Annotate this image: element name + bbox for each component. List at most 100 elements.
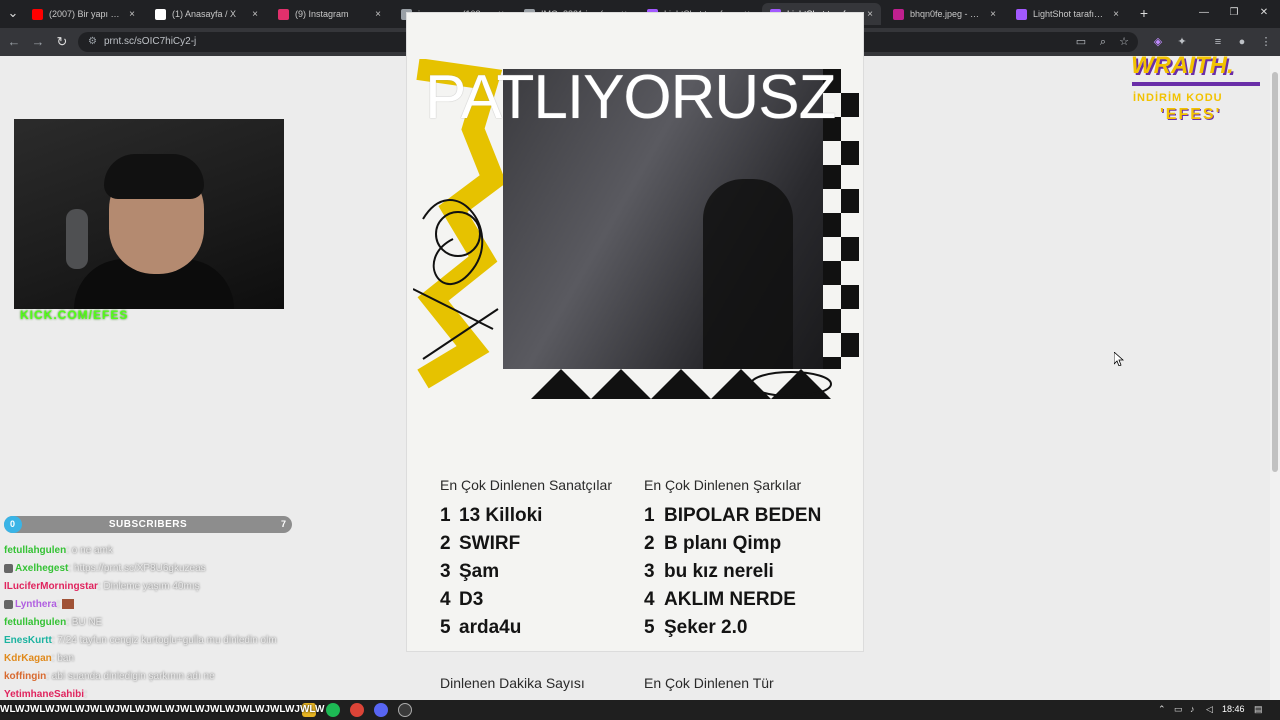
notification-icon[interactable]: ▤ — [1254, 704, 1263, 715]
tab-title: LightShot tarafından — [1033, 9, 1108, 19]
song-name: bu kız nereli — [664, 561, 774, 582]
scrollbar[interactable] — [1270, 56, 1280, 700]
genre-header: En Çok Dinlenen Tür — [644, 675, 774, 691]
url-text[interactable]: prnt.sc/sOIC7hiCy2-j — [104, 36, 196, 47]
tab-close-icon[interactable]: × — [375, 9, 381, 20]
chat-text: : 7/24 tayfun cengiz kurtoglu+gulla mu d… — [51, 634, 277, 646]
chat-text: : BU NE — [66, 616, 103, 628]
profile-avatar-icon[interactable]: ● — [1234, 34, 1250, 50]
media-control-icon[interactable]: ≡ — [1210, 34, 1226, 50]
chat-text: : abi suanda dinledigin şarkının adı ne — [46, 670, 215, 682]
song-rank: 3 — [644, 561, 655, 582]
forward-icon[interactable]: → — [30, 34, 46, 50]
browser-tab[interactable]: LightShot tarafından × — [1008, 3, 1127, 25]
restore-button[interactable]: ❐ — [1226, 5, 1242, 21]
subscriber-goal-bar: 0 SUBSCRIBERS 7 — [4, 516, 292, 533]
chat-username[interactable]: YetimhaneSahibi — [4, 689, 84, 700]
artists-header: En Çok Dinlenen Sanatçılar — [440, 477, 612, 493]
chat-username[interactable]: fetullahgulen — [4, 545, 66, 556]
extension-icon[interactable]: ◈ — [1150, 34, 1166, 50]
discord-icon[interactable] — [374, 703, 388, 717]
artist-rank: 4 — [440, 589, 451, 610]
artist-name: Şam — [459, 561, 500, 582]
webcam-feed — [14, 119, 284, 309]
stream-chat: fetullahgulen: o ne amk Axelhegest: https… — [4, 541, 304, 703]
taskbar-clock[interactable]: 18:46 — [1222, 704, 1245, 714]
spotify-icon[interactable] — [326, 703, 340, 717]
microphone-tray-icon[interactable]: ♪ — [1190, 704, 1195, 714]
tab-title: bhqn0fe.jpeg - Hızlı — [910, 9, 985, 19]
streamer-hair — [104, 154, 204, 199]
tab-title: (2007) Bir yapı var | A — [49, 9, 124, 19]
artist-name: SWIRF — [459, 533, 521, 554]
chat-message: ILuciferMorningstar: Dinleme yaşım 40mış — [4, 577, 304, 595]
chat-message: KdrKagan: ban — [4, 649, 304, 667]
back-icon[interactable]: ← — [6, 34, 22, 50]
song-rank: 2 — [644, 533, 655, 554]
artist-rank: 3 — [440, 561, 451, 582]
extensions-puzzle-icon[interactable]: ✦ — [1174, 34, 1190, 50]
song-name: Şeker 2.0 — [664, 617, 748, 638]
install-app-icon[interactable]: ▭ — [1073, 34, 1089, 50]
bookmark-star-icon[interactable]: ☆ — [1116, 34, 1132, 50]
tab-close-icon[interactable]: × — [129, 9, 135, 20]
songs-header: En Çok Dinlenen Şarkılar — [644, 477, 802, 493]
chat-username[interactable]: fetullahgulen — [4, 617, 66, 628]
chat-message: koffingin: abi suanda dinledigin şarkını… — [4, 667, 304, 685]
chat-username[interactable]: koffingin — [4, 671, 46, 682]
scrollbar-thumb[interactable] — [1272, 72, 1278, 472]
tab-close-icon[interactable]: × — [867, 9, 873, 20]
tab-search-chevron-icon[interactable]: ⌄ — [5, 5, 21, 21]
song-rank: 4 — [644, 589, 655, 610]
artist-rank: 1 — [440, 505, 451, 526]
tab-close-icon[interactable]: × — [1113, 9, 1119, 20]
microphone — [66, 209, 88, 269]
tab-favicon-icon — [1016, 8, 1027, 20]
subscriber-goal: 7 — [280, 519, 286, 529]
tab-favicon-icon — [278, 8, 289, 20]
browser-tab[interactable]: bhqn0fe.jpeg - Hızlı × — [885, 3, 1004, 25]
tab-close-icon[interactable]: × — [252, 9, 258, 20]
artist-name: 13 Killoki — [459, 505, 543, 526]
new-tab-button[interactable]: + — [1136, 5, 1152, 21]
tab-title: (9) Instagram — [295, 9, 349, 19]
minimize-button[interactable]: — — [1196, 5, 1212, 21]
tab-favicon-icon — [32, 8, 43, 20]
browser-tab[interactable]: (2007) Bir yapı var | A × — [24, 3, 143, 25]
sponsor-logo-bar — [1132, 82, 1260, 86]
close-window-button[interactable]: ✕ — [1256, 5, 1272, 21]
artist-rank: 2 — [440, 533, 451, 554]
artist-name: arda4u — [459, 617, 522, 638]
chat-text: : Dinleme yaşım 40mış — [97, 580, 200, 592]
chat-text: : https://prnt.sc/XP8U6gkuzeas — [68, 562, 206, 574]
chat-text: : — [56, 598, 60, 610]
song-name: B planı Qimp — [664, 533, 782, 554]
chrome-icon[interactable] — [350, 703, 364, 717]
reload-icon[interactable]: ↻ — [54, 34, 70, 50]
discount-code: 'EFES' — [1160, 106, 1222, 123]
chat-username[interactable]: KdrKagan — [4, 653, 52, 664]
browser-tab[interactable]: (9) Instagram × — [270, 3, 389, 25]
chat-username[interactable]: EnesKurtt — [4, 635, 52, 646]
tab-favicon-icon — [893, 8, 904, 20]
sponsor-logo: WRAITH. — [1131, 52, 1234, 79]
standing-person-silhouette — [703, 179, 793, 379]
obs-icon[interactable] — [398, 703, 412, 717]
mouse-cursor-icon — [1114, 352, 1124, 366]
chat-username[interactable]: Axelhegest — [15, 563, 68, 574]
menu-kebab-icon[interactable]: ⋮ — [1258, 34, 1274, 50]
tab-close-icon[interactable]: × — [990, 9, 996, 20]
song-rank: 1 — [644, 505, 655, 526]
volume-icon[interactable]: ◁ — [1206, 704, 1213, 715]
chat-message: fetullahgulen: o ne amk — [4, 541, 304, 559]
browser-tab[interactable]: (1) Anasayfa / X × — [147, 3, 266, 25]
network-icon[interactable]: ▭ — [1174, 704, 1183, 715]
chat-username[interactable]: ILuciferMorningstar — [4, 581, 98, 592]
zoom-icon[interactable]: ⌕ — [1095, 34, 1111, 50]
discount-label: İNDİRİM KODU — [1133, 92, 1223, 104]
chat-username[interactable]: Lynthera — [15, 599, 57, 610]
tray-chevron-icon[interactable]: ⌃ — [1158, 704, 1166, 715]
site-info-icon[interactable]: ⚙ — [88, 36, 99, 47]
chat-badge-icon — [4, 563, 13, 573]
marquee-text: WLWJWLWJWLWJWLWJWLWJWLWJWLWJWLWJWLWJWLWJ… — [0, 704, 325, 715]
